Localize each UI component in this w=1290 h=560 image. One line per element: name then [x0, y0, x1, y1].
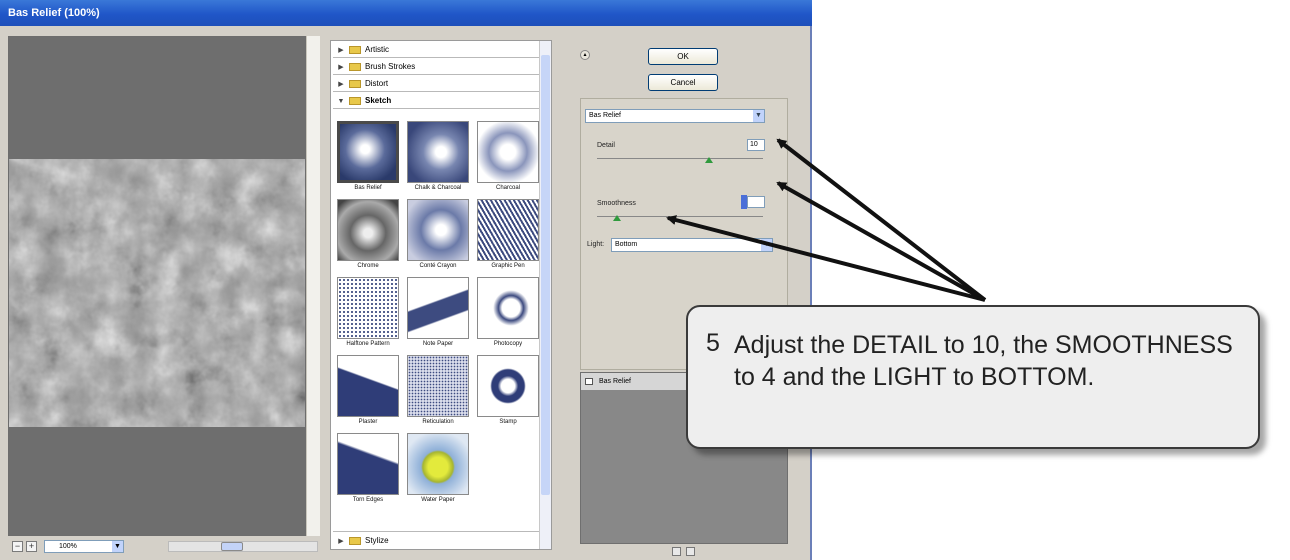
filter-label: Note Paper — [422, 341, 454, 347]
eye-icon[interactable] — [585, 378, 593, 385]
step-instruction: Adjust the DETAIL to 10, the SMOOTHNESS … — [734, 331, 1233, 391]
category-stylize[interactable]: ▶ Stylize — [333, 531, 539, 548]
filter-gallery-window: Bas Relief (100%) − + 100% ▼ ▶ Artistic … — [0, 0, 812, 560]
chevron-down-icon: ▼ — [112, 541, 123, 552]
filter-gallery: ▶ Artistic ▶ Brush Strokes ▶ Distort ▼ Sketc… — [330, 40, 552, 550]
zoom-out-button[interactable]: − — [12, 541, 23, 552]
filter-thumb-photocopy[interactable] — [477, 277, 539, 339]
cancel-button[interactable]: Cancel — [648, 74, 718, 91]
detail-slider-handle[interactable] — [705, 157, 713, 163]
instruction-callout: 5 Adjust the DETAIL to 10, the SMOOTHNES… — [686, 305, 1260, 449]
filter-thumb-reticulation[interactable] — [407, 355, 469, 417]
filter-thumb-halftone-pattern[interactable] — [337, 277, 399, 339]
filter-label: Reticulation — [422, 419, 454, 425]
detail-label: Detail — [597, 142, 615, 149]
smoothness-slider-handle[interactable] — [613, 215, 621, 221]
ok-button[interactable]: OK — [648, 48, 718, 65]
smoothness-field[interactable]: 4 — [747, 196, 765, 208]
filter-label: Bas Relief — [354, 185, 382, 191]
zoom-select[interactable]: 100% ▼ — [44, 540, 124, 553]
category-artistic[interactable]: ▶ Artistic — [333, 41, 539, 58]
filter-select[interactable]: Bas Relief ▼ — [585, 109, 765, 123]
category-brush-strokes[interactable]: ▶ Brush Strokes — [333, 58, 539, 75]
filter-thumb-bas-relief[interactable] — [337, 121, 399, 183]
smoothness-label: Smoothness — [597, 200, 636, 207]
expand-arrow-icon: ▶ — [338, 538, 344, 545]
preview-horizontal-scrollbar[interactable] — [168, 541, 318, 552]
settings-panel: ▴ OK Cancel Bas Relief ▼ Detail 10 Smoot… — [560, 36, 805, 556]
folder-icon — [349, 79, 361, 88]
light-label: Light: — [587, 241, 605, 248]
filter-label: Torn Edges — [352, 497, 384, 503]
filter-label: Graphic Pen — [491, 263, 525, 269]
preview-toolbar: − + 100% ▼ — [8, 538, 320, 556]
category-sketch[interactable]: ▼ Sketch — [333, 92, 539, 109]
step-number: 5 — [706, 329, 720, 357]
collapse-gallery-icon[interactable]: ▴ — [580, 50, 590, 60]
folder-icon — [349, 45, 361, 54]
expand-arrow-icon: ▶ — [338, 47, 344, 54]
filter-thumb-chrome[interactable] — [337, 199, 399, 261]
chevron-down-icon: ▼ — [753, 110, 764, 122]
folder-icon — [349, 96, 361, 105]
filter-label: Plaster — [358, 419, 378, 425]
smoothness-slider[interactable] — [597, 216, 763, 217]
expand-arrow-icon: ▶ — [338, 81, 344, 88]
filter-thumb-charcoal[interactable] — [477, 121, 539, 183]
detail-slider[interactable] — [597, 158, 763, 159]
smoothness-spinner-icon[interactable] — [741, 195, 747, 209]
zoom-in-button[interactable]: + — [26, 541, 37, 552]
filter-thumb-conte-crayon[interactable] — [407, 199, 469, 261]
filter-thumb-chalk-charcoal[interactable] — [407, 121, 469, 183]
zoom-value: 100% — [59, 543, 77, 550]
filter-label: Water Paper — [421, 497, 455, 503]
collapse-arrow-icon: ▼ — [337, 98, 345, 105]
expand-arrow-icon: ▶ — [338, 64, 344, 71]
filter-label: Chrome — [357, 263, 379, 269]
preview-image — [9, 159, 305, 427]
chevron-down-icon: ▼ — [761, 239, 772, 251]
filter-thumb-graphic-pen[interactable] — [477, 199, 539, 261]
window-title: Bas Relief (100%) — [0, 0, 812, 26]
delete-effect-layer-icon[interactable] — [686, 547, 695, 556]
filter-thumb-water-paper[interactable] — [407, 433, 469, 495]
filter-thumb-torn-edges[interactable] — [337, 433, 399, 495]
filter-thumb-note-paper[interactable] — [407, 277, 469, 339]
gallery-scrollbar[interactable] — [539, 41, 551, 549]
detail-field[interactable]: 10 — [747, 139, 765, 151]
filter-label: Conté Crayon — [419, 263, 457, 269]
filter-thumb-plaster[interactable] — [337, 355, 399, 417]
filter-label: Chalk & Charcoal — [414, 185, 462, 191]
filter-label: Photocopy — [493, 341, 523, 347]
filter-label: Charcoal — [495, 185, 520, 191]
filter-label: Halftone Pattern — [346, 341, 390, 347]
new-effect-layer-icon[interactable] — [672, 547, 681, 556]
light-select[interactable]: Bottom ▼ — [611, 238, 773, 252]
folder-icon — [349, 62, 361, 71]
category-distort[interactable]: ▶ Distort — [333, 75, 539, 92]
folder-icon — [349, 536, 361, 545]
preview-vertical-scrollbar[interactable] — [306, 36, 320, 536]
preview-pane[interactable] — [8, 36, 306, 536]
filter-thumb-stamp[interactable] — [477, 355, 539, 417]
filter-label: Stamp — [499, 419, 517, 425]
